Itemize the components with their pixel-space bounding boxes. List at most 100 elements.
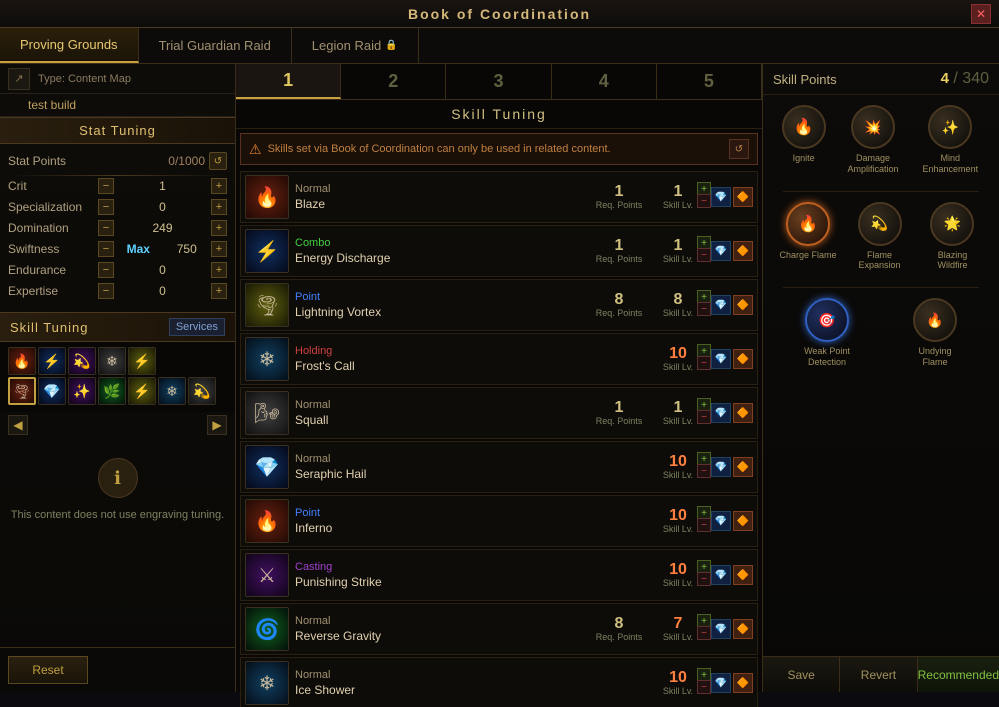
skill-icon-7[interactable]: ✨: [68, 377, 96, 405]
gem-blue-5[interactable]: 💎: [711, 457, 731, 477]
swift-minus[interactable]: −: [98, 241, 114, 257]
gem-blue-1[interactable]: 💎: [711, 241, 731, 261]
tree-row-3: 🎯 Weak Point Detection 🔥 Undying Flame: [773, 298, 989, 368]
gem-orange-8[interactable]: 🔶: [733, 619, 753, 639]
expand-icon[interactable]: ↗: [8, 68, 30, 90]
skill-lv-minus-6[interactable]: −: [697, 518, 711, 532]
skill-icon-3[interactable]: ❄: [98, 347, 126, 375]
skill-req-points-1: 1 Req. Points: [589, 238, 649, 264]
skill-lv-minus-0[interactable]: −: [697, 194, 711, 208]
skill-icon-2[interactable]: 💫: [68, 347, 96, 375]
skill-tab-3[interactable]: 3: [446, 64, 551, 99]
endur-minus[interactable]: −: [98, 262, 114, 278]
tree-node-damage-amp[interactable]: 💥 Damage Amplification: [843, 105, 903, 175]
skill-type-6: Point: [295, 507, 653, 519]
skill-thumb-9: ❄: [245, 661, 289, 705]
crit-minus[interactable]: −: [98, 178, 114, 194]
skill-lv-minus-3[interactable]: −: [697, 356, 711, 370]
tree-node-ignite[interactable]: 🔥 Ignite: [782, 105, 826, 175]
tab-legion-raid[interactable]: Legion Raid 🔒: [292, 28, 419, 63]
gem-orange-9[interactable]: 🔶: [733, 673, 753, 693]
crit-plus[interactable]: +: [211, 178, 227, 194]
gem-orange-7[interactable]: 🔶: [733, 565, 753, 585]
gem-blue-4[interactable]: 💎: [711, 403, 731, 423]
tree-node-mind-enhance[interactable]: ✨ Mind Enhancement: [920, 105, 980, 175]
skill-lv-minus-8[interactable]: −: [697, 626, 711, 640]
skill-icon-0[interactable]: 🔥: [8, 347, 36, 375]
dom-minus[interactable]: −: [98, 220, 114, 236]
skill-lv-area-6: + 10 Skill Lv. −: [653, 508, 703, 534]
gem-blue-2[interactable]: 💎: [711, 295, 731, 315]
skill-lv-val-8: 7: [674, 616, 683, 632]
skill-tab-5[interactable]: 5: [657, 64, 762, 99]
type-label: Type: Content Map: [38, 73, 131, 85]
skill-info-8: Normal Reverse Gravity: [295, 615, 589, 643]
skill-tab-2[interactable]: 2: [341, 64, 446, 99]
gem-orange-4[interactable]: 🔶: [733, 403, 753, 423]
skill-lv-minus-1[interactable]: −: [697, 248, 711, 262]
expert-minus[interactable]: −: [98, 283, 114, 299]
gem-orange-0[interactable]: 🔶: [733, 187, 753, 207]
revert-button[interactable]: Revert: [840, 657, 917, 692]
skill-icon-9[interactable]: ⚡: [128, 377, 156, 405]
gem-orange-3[interactable]: 🔶: [733, 349, 753, 369]
skill-gems-4: 💎 🔶: [711, 403, 753, 423]
skill-lv-area-1: + 1 Skill Lv. −: [653, 238, 703, 264]
gem-orange-6[interactable]: 🔶: [733, 511, 753, 531]
skill-lv-minus-4[interactable]: −: [697, 410, 711, 424]
dom-value: 249: [114, 221, 211, 235]
gem-blue-3[interactable]: 💎: [711, 349, 731, 369]
expert-plus[interactable]: +: [211, 283, 227, 299]
refresh-button[interactable]: ↺: [209, 152, 227, 170]
tab-proving-grounds[interactable]: Proving Grounds: [0, 28, 139, 63]
recommended-button[interactable]: Recommended: [918, 657, 999, 692]
skill-nav-arrows: ◀ ▶: [0, 412, 235, 438]
skill-tab-1[interactable]: 1: [236, 64, 341, 99]
gem-blue-8[interactable]: 💎: [711, 619, 731, 639]
skill-icon-8[interactable]: 🌿: [98, 377, 126, 405]
skill-icon-1[interactable]: ⚡: [38, 347, 66, 375]
nav-next-button[interactable]: ▶: [207, 415, 227, 435]
gem-orange-2[interactable]: 🔶: [733, 295, 753, 315]
skill-list-item-3: ❄ Holding Frost's Call + 10 Skill Lv. − …: [240, 333, 758, 385]
close-button[interactable]: ✕: [971, 4, 991, 24]
skill-lv-val-7: 10: [669, 562, 687, 578]
skill-info-3: Holding Frost's Call: [295, 345, 653, 373]
crit-label: Crit: [8, 179, 98, 193]
tab-trial-guardian-raid[interactable]: Trial Guardian Raid: [139, 28, 292, 63]
gem-blue-9[interactable]: 💎: [711, 673, 731, 693]
skill-list-item-0: 🔥 Normal Blaze 1 Req. Points + 1 Skill L…: [240, 171, 758, 223]
save-button[interactable]: Save: [763, 657, 840, 692]
skill-info-9: Normal Ice Shower: [295, 669, 653, 697]
tree-node-weak-point[interactable]: 🎯 Weak Point Detection: [797, 298, 857, 368]
nav-prev-button[interactable]: ◀: [8, 415, 28, 435]
skill-lv-minus-2[interactable]: −: [697, 302, 711, 316]
skill-icon-4[interactable]: ⚡: [128, 347, 156, 375]
gem-blue-6[interactable]: 💎: [711, 511, 731, 531]
tree-node-charge-flame[interactable]: 🔥 Charge Flame: [779, 202, 836, 272]
reset-button[interactable]: Reset: [8, 656, 88, 684]
skill-lv-minus-7[interactable]: −: [697, 572, 711, 586]
dom-plus[interactable]: +: [211, 220, 227, 236]
gem-blue-0[interactable]: 💎: [711, 187, 731, 207]
spec-minus[interactable]: −: [98, 199, 114, 215]
skill-icon-6[interactable]: 💎: [38, 377, 66, 405]
spec-plus[interactable]: +: [211, 199, 227, 215]
gem-orange-1[interactable]: 🔶: [733, 241, 753, 261]
skill-icon-11[interactable]: 💫: [188, 377, 216, 405]
skill-tab-4[interactable]: 4: [552, 64, 657, 99]
gem-orange-5[interactable]: 🔶: [733, 457, 753, 477]
skill-lv-label-5: Skill Lv.: [663, 470, 693, 480]
tree-node-flame-expansion[interactable]: 💫 Flame Expansion: [850, 202, 910, 272]
skill-icon-5[interactable]: 🌪: [8, 377, 36, 405]
skill-icon-10[interactable]: ❄: [158, 377, 186, 405]
tree-node-undying-flame[interactable]: 🔥 Undying Flame: [905, 298, 965, 368]
skill-lv-minus-5[interactable]: −: [697, 464, 711, 478]
services-button[interactable]: Services: [169, 318, 225, 336]
swift-plus[interactable]: +: [211, 241, 227, 257]
tree-node-blazing-wildfire[interactable]: 🌟 Blazing Wildfire: [922, 202, 982, 272]
warning-refresh-button[interactable]: ↺: [729, 139, 749, 159]
gem-blue-7[interactable]: 💎: [711, 565, 731, 585]
endur-plus[interactable]: +: [211, 262, 227, 278]
skill-thumb-6: 🔥: [245, 499, 289, 543]
